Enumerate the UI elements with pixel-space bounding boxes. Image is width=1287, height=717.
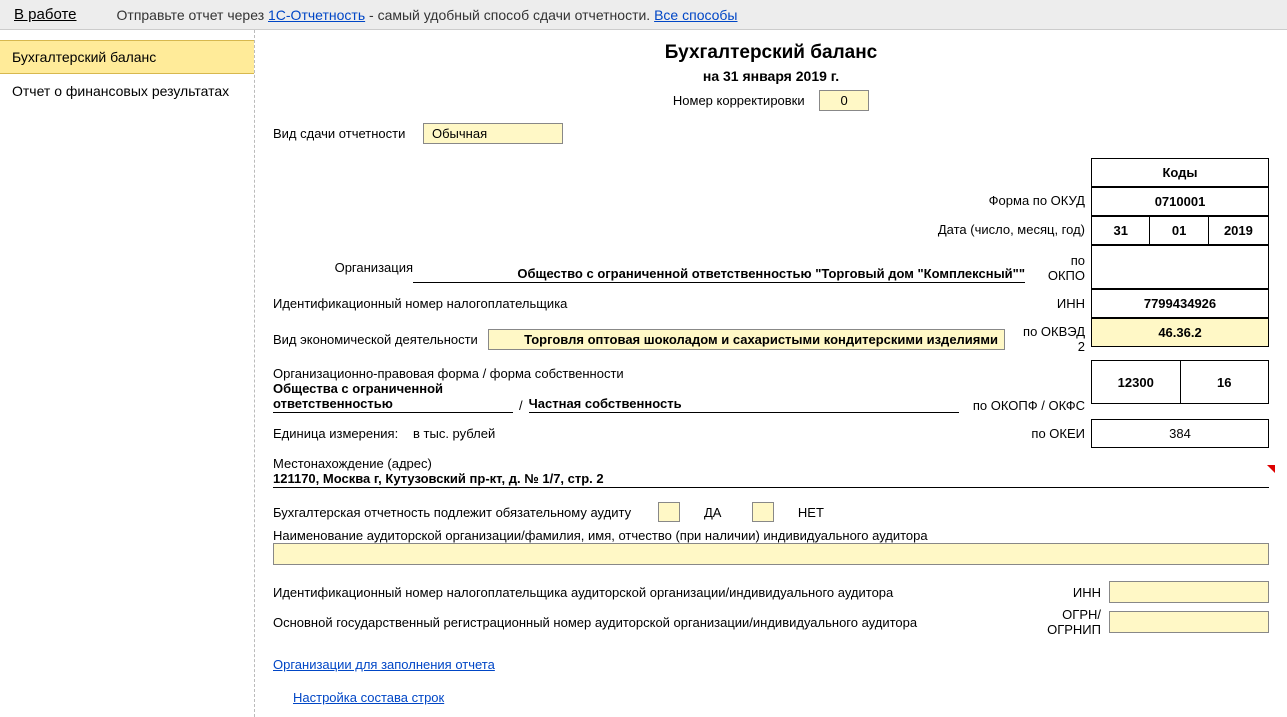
org-name[interactable]: Общество с ограниченной ответственностью… bbox=[413, 266, 1025, 283]
link-orgs[interactable]: Организации для заполнения отчета bbox=[273, 657, 495, 672]
okved-label: по ОКВЭД 2 bbox=[1015, 324, 1085, 354]
warning-icon bbox=[1267, 465, 1275, 473]
audit-no-label: НЕТ bbox=[798, 505, 824, 520]
correction-input[interactable]: 0 bbox=[819, 90, 869, 111]
status-badge[interactable]: В работе bbox=[14, 6, 77, 23]
inn-code-label: ИНН bbox=[1025, 296, 1085, 311]
auditor-name-input[interactable] bbox=[273, 543, 1269, 565]
auditor-inn-label: Идентификационный номер налогоплательщик… bbox=[273, 585, 1033, 600]
audit-yes-label: ДА bbox=[704, 505, 721, 520]
auditor-ogrn-code-label: ОГРН/ ОГРНИП bbox=[1041, 607, 1101, 637]
okopf-label: по ОКОПФ / ОКФС bbox=[965, 398, 1085, 413]
auditor-ogrn-input[interactable] bbox=[1109, 611, 1269, 633]
page-title: Бухгалтерский баланс bbox=[273, 42, 1269, 64]
unit-value: в тыс. рублей bbox=[413, 426, 1025, 441]
okfs-value: 16 bbox=[1180, 361, 1269, 404]
okei-label: по ОКЕИ bbox=[1025, 426, 1085, 441]
org-label: Организация bbox=[273, 260, 413, 275]
audit-yes-checkbox[interactable] bbox=[658, 502, 680, 522]
date-code-label: Дата (число, месяц, год) bbox=[273, 216, 1091, 245]
address-input[interactable]: 121170, Москва г, Кутузовский пр-кт, д. … bbox=[273, 471, 1269, 488]
activity-input[interactable]: Торговля оптовая шоколадом и сахаристыми… bbox=[488, 329, 1005, 350]
audit-no-checkbox[interactable] bbox=[752, 502, 774, 522]
okud-value: 0710001 bbox=[1092, 188, 1269, 216]
unit-label: Единица измерения: bbox=[273, 426, 413, 441]
okpo-label: по ОКПО bbox=[1025, 253, 1085, 283]
report-date: на 31 января 2019 г. bbox=[273, 68, 1269, 84]
legal-form-2[interactable]: Частная собственность bbox=[529, 396, 959, 413]
okopf-value: 12300 bbox=[1092, 361, 1181, 404]
tax-id-label: Идентификационный номер налогоплательщик… bbox=[273, 296, 1025, 311]
legal-form-label: Организационно-правовая форма / форма со… bbox=[273, 366, 1085, 381]
submit-type-select[interactable]: Обычная bbox=[423, 123, 563, 144]
sidebar-item-balance[interactable]: Бухгалтерский баланс bbox=[0, 40, 254, 74]
okpo-value[interactable] bbox=[1092, 246, 1269, 289]
promo-link-1c[interactable]: 1С-Отчетность bbox=[268, 7, 365, 23]
promo-text: Отправьте отчет через 1С-Отчетность - са… bbox=[117, 7, 738, 23]
auditor-name-label: Наименование аудиторской организации/фам… bbox=[273, 528, 1269, 543]
date-month: 01 bbox=[1150, 217, 1208, 245]
okved-value[interactable]: 46.36.2 bbox=[1092, 319, 1269, 347]
okud-label: Форма по ОКУД bbox=[273, 187, 1091, 216]
submit-type-label: Вид сдачи отчетности bbox=[273, 126, 413, 141]
address-label: Местонахождение (адрес) bbox=[273, 456, 1269, 471]
okei-value: 384 bbox=[1092, 420, 1269, 448]
report-content: Бухгалтерский баланс на 31 января 2019 г… bbox=[254, 30, 1287, 717]
promo-link-all[interactable]: Все способы bbox=[654, 7, 737, 23]
date-day: 31 bbox=[1092, 217, 1150, 245]
legal-form-1[interactable]: Общества с ограниченной ответственностью bbox=[273, 381, 513, 413]
link-rows[interactable]: Настройка состава строк bbox=[293, 690, 444, 705]
activity-label: Вид экономической деятельности bbox=[273, 332, 478, 347]
sidebar: Бухгалтерский баланс Отчет о финансовых … bbox=[0, 30, 254, 717]
audit-label: Бухгалтерская отчетность подлежит обязат… bbox=[273, 505, 631, 520]
sidebar-item-results[interactable]: Отчет о финансовых результатах bbox=[0, 74, 254, 108]
inn-value: 7799434926 bbox=[1092, 290, 1269, 318]
date-year: 2019 bbox=[1208, 217, 1268, 245]
auditor-inn-input[interactable] bbox=[1109, 581, 1269, 603]
auditor-ogrn-label: Основной государственный регистрационный… bbox=[273, 615, 1033, 630]
auditor-inn-code-label: ИНН bbox=[1041, 585, 1101, 600]
correction-label: Номер корректировки bbox=[673, 93, 805, 108]
codes-header: Коды bbox=[1092, 159, 1269, 187]
